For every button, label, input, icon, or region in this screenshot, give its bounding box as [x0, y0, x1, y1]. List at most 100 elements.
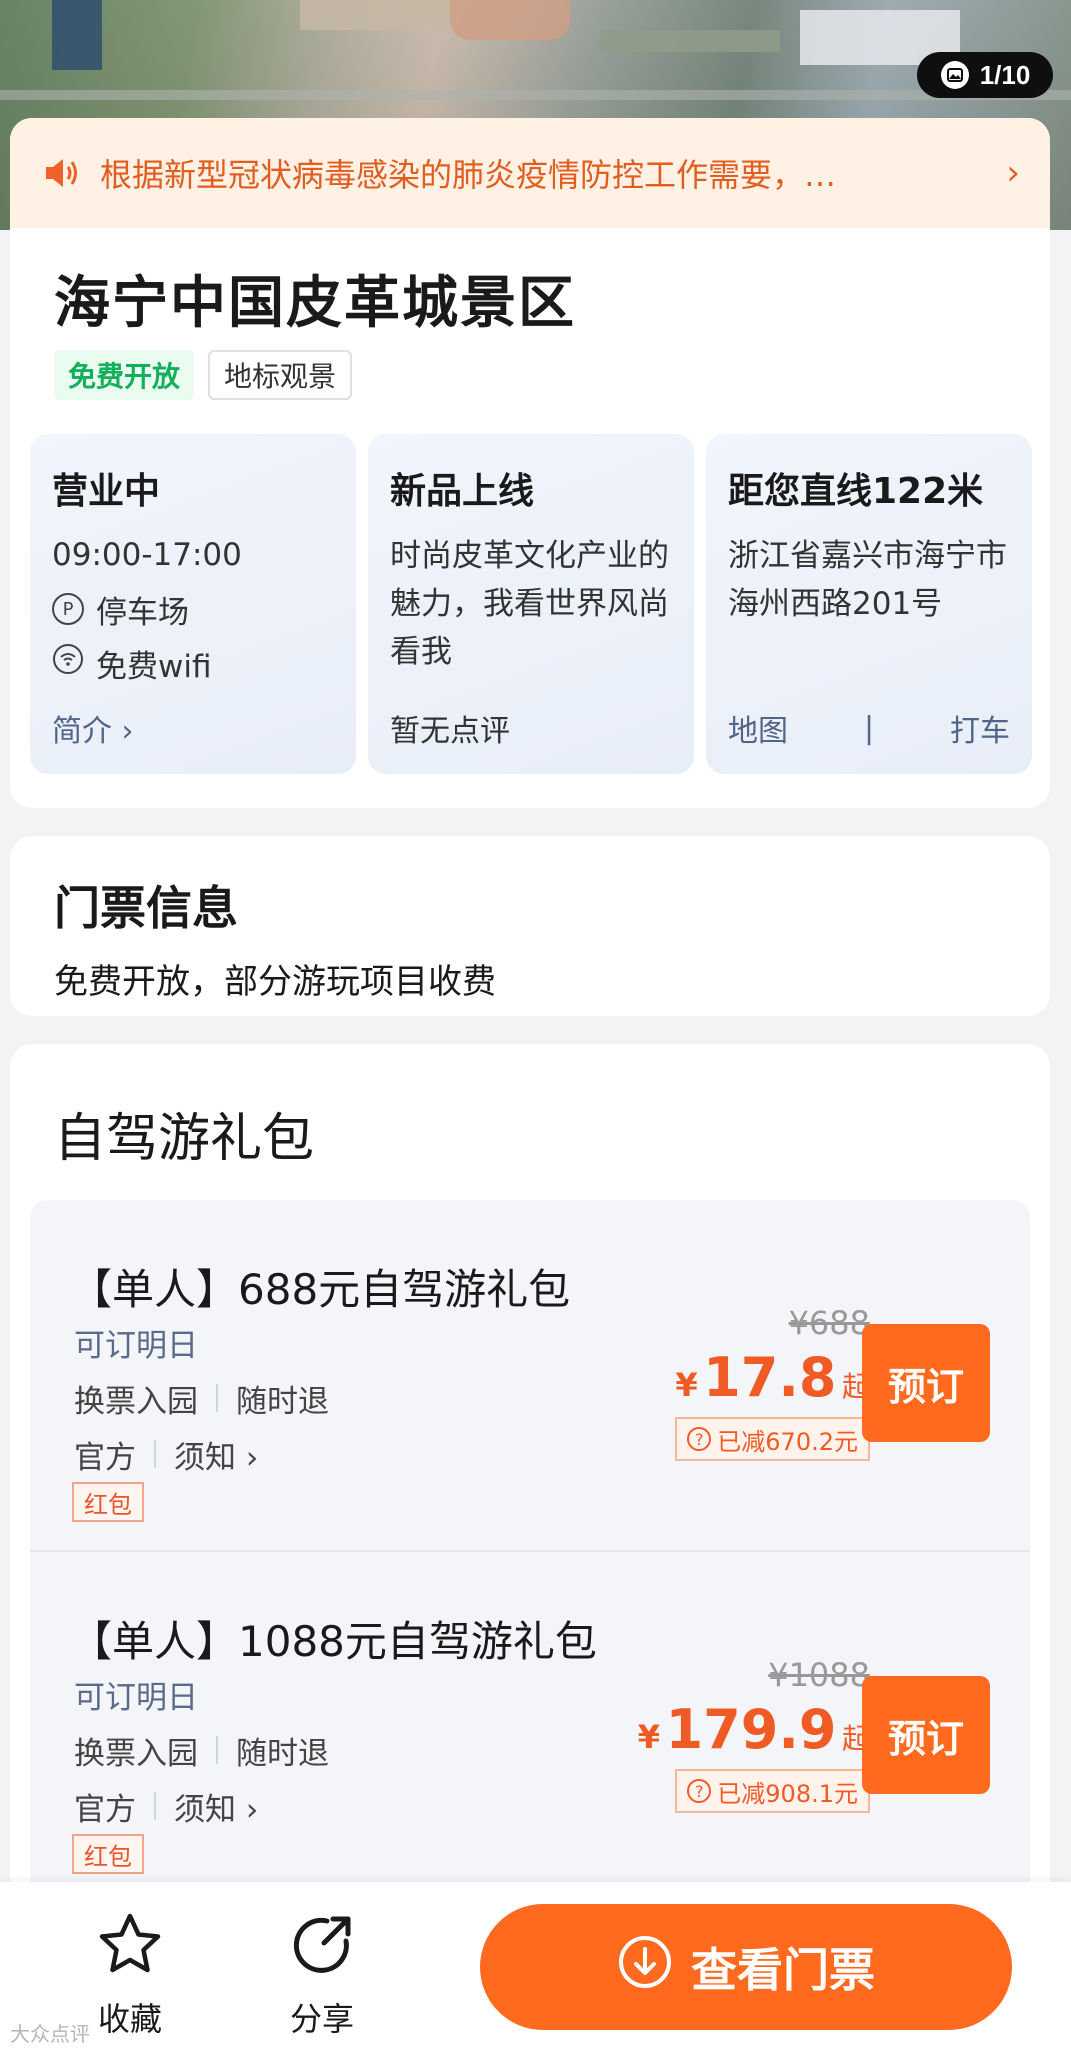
hero-building — [600, 30, 780, 52]
view-tickets-button[interactable]: 查看门票 — [480, 1904, 1012, 2030]
official-label: 官方 — [74, 1439, 136, 1476]
wifi-row: 免费wifi — [52, 636, 334, 690]
discount-text: 已减908.1元 — [717, 1779, 858, 1808]
open-status: 营业中 — [52, 471, 161, 512]
action-divider: | — [863, 710, 875, 746]
package-policy: 换票入园 随时退 — [74, 1722, 329, 1778]
price-value: 179.9 — [665, 1698, 837, 1761]
package-name: 【单人】688元自驾游礼包 — [70, 1265, 571, 1314]
hero-building — [52, 0, 102, 70]
question-icon: ? — [687, 1779, 712, 1803]
chevron-right-icon: › — [121, 714, 134, 749]
separator — [216, 1736, 218, 1764]
reviews-label: 暂无点评 — [390, 714, 510, 749]
bookable-label: 可订明日 — [74, 1327, 198, 1364]
discount-badge: ? 已减908.1元 — [675, 1769, 870, 1813]
parking-label: 停车场 — [96, 594, 189, 631]
bottom-action-bar: 收藏 分享 查看门票 大众点评 — [0, 1882, 1071, 2053]
share-button[interactable]: 分享 — [262, 1910, 382, 2040]
notice-text: 根据新型冠状病毒感染的肺炎疫情防控工作需要，… — [100, 156, 837, 194]
notice-link[interactable]: 须知 › — [174, 1432, 258, 1477]
scenic-info-card: 根据新型冠状病毒感染的肺炎疫情防控工作需要，… › 海宁中国皮革城景区 免费开放… — [10, 118, 1050, 808]
package-meta: 可订明日 换票入园 随时退 官方 须知 › — [74, 1314, 329, 1482]
wifi-icon — [52, 643, 84, 683]
map-link[interactable]: 地图 — [728, 706, 788, 750]
separator — [154, 1440, 156, 1468]
chevron-right-icon: › — [1006, 153, 1020, 193]
exchange-label: 换票入园 — [74, 1383, 198, 1420]
free-open-tag: 免费开放 — [54, 350, 195, 400]
ticket-info-desc: 免费开放，部分游玩项目收费 — [54, 962, 496, 1002]
location-box[interactable]: 距您直线122米 浙江省嘉兴市海宁市海州西路201号 地图 | 打车 — [706, 434, 1032, 774]
news-title: 新品上线 — [390, 471, 535, 512]
info-boxes: 营业中 09:00-17:00 P 停车场 免费wifi 简介 › 新品上线 时… — [30, 434, 1032, 774]
photo-counter-text: 1/10 — [979, 59, 1031, 90]
share-icon — [287, 1910, 357, 1984]
location-actions: 地图 | 打车 — [728, 706, 1010, 750]
intro-link[interactable]: 简介 › — [52, 706, 334, 750]
price-box: ¥1088 ¥ 179.9 起 ? 已减908.1元 — [638, 1656, 870, 1813]
hours-time: 09:00-17:00 — [52, 537, 242, 573]
speaker-icon — [44, 156, 82, 190]
picture-icon — [940, 60, 970, 90]
ticket-info-title: 门票信息 — [54, 881, 238, 935]
photo-counter[interactable]: 1/10 — [917, 52, 1053, 98]
package-policy: 换票入园 随时退 — [74, 1370, 329, 1426]
package-item[interactable]: 【单人】688元自驾游礼包 可订明日 换票入园 随时退 官方 须知 › 红包 ¥… — [30, 1200, 1030, 1552]
tag-row: 免费开放 地标观景 — [54, 350, 353, 400]
landmark-tag: 地标观景 — [208, 350, 353, 400]
redpack-badge: 红包 — [72, 1482, 144, 1522]
currency-symbol: ¥ — [675, 1366, 698, 1404]
price-box: ¥688 ¥ 17.8 起 ? 已减670.2元 — [675, 1304, 870, 1461]
intro-label: 简介 — [52, 714, 112, 749]
package-name: 【单人】1088元自驾游礼包 — [70, 1617, 597, 1666]
parking-icon: P — [52, 593, 84, 625]
discount-badge: ? 已减670.2元 — [675, 1417, 870, 1461]
package-source: 官方 须知 › — [74, 1426, 329, 1482]
favorite-label: 收藏 — [97, 2000, 162, 2038]
exchange-label: 换票入园 — [74, 1735, 198, 1772]
book-button[interactable]: 预订 — [862, 1324, 990, 1442]
ticket-info-card[interactable]: 门票信息 免费开放，部分游玩项目收费 — [10, 836, 1050, 1016]
separator — [216, 1384, 218, 1412]
question-icon: ? — [687, 1427, 712, 1451]
parking-row: P 停车场 — [52, 582, 334, 636]
hero-building — [450, 0, 570, 40]
wifi-label: 免费wifi — [96, 648, 212, 685]
discount-text: 已减670.2元 — [717, 1427, 858, 1456]
bookable-label: 可订明日 — [74, 1679, 198, 1716]
hero-building — [300, 0, 450, 30]
taxi-link[interactable]: 打车 — [950, 706, 1010, 750]
download-icon — [617, 1934, 673, 2001]
notice-link[interactable]: 须知 › — [174, 1784, 258, 1829]
official-label: 官方 — [74, 1791, 136, 1828]
current-price: ¥ 179.9 起 — [638, 1698, 870, 1761]
news-desc: 时尚皮革文化产业的魅力，我看世界风尚看我 — [390, 538, 669, 670]
view-tickets-label: 查看门票 — [691, 1943, 875, 1997]
watermark: 大众点评 — [10, 2022, 90, 2046]
separator — [154, 1792, 156, 1820]
original-price: ¥688 — [788, 1304, 870, 1342]
current-price: ¥ 17.8 起 — [675, 1346, 870, 1409]
book-button[interactable]: 预订 — [862, 1676, 990, 1794]
package-meta: 可订明日 换票入园 随时退 官方 须知 › — [74, 1666, 329, 1834]
address-text: 浙江省嘉兴市海宁市海州西路201号 — [728, 538, 1007, 622]
hours-box[interactable]: 营业中 09:00-17:00 P 停车场 免费wifi 简介 › — [30, 434, 356, 774]
package-source: 官方 须知 › — [74, 1778, 329, 1834]
price-value: 17.8 — [703, 1346, 837, 1409]
original-price: ¥1088 — [768, 1656, 870, 1694]
currency-symbol: ¥ — [637, 1718, 661, 1756]
notice-bar[interactable]: 根据新型冠状病毒感染的肺炎疫情防控工作需要，… › — [10, 118, 1050, 228]
share-label: 分享 — [289, 2000, 354, 2038]
package-item[interactable]: 【单人】1088元自驾游礼包 可订明日 换票入园 随时退 官方 须知 › 红包 … — [30, 1552, 1030, 1904]
distance-label: 距您直线122米 — [728, 471, 984, 512]
redpack-badge: 红包 — [72, 1834, 144, 1874]
news-box[interactable]: 新品上线 时尚皮革文化产业的魅力，我看世界风尚看我 暂无点评 — [368, 434, 694, 774]
package-section-title: 自驾游礼包 — [54, 1109, 315, 1169]
reviews-link[interactable]: 暂无点评 — [390, 706, 672, 750]
star-icon — [95, 1910, 165, 1984]
scenic-title: 海宁中国皮革城景区 — [54, 271, 576, 336]
hero-road — [0, 90, 1071, 100]
refund-label: 随时退 — [236, 1383, 329, 1420]
refund-label: 随时退 — [236, 1735, 329, 1772]
